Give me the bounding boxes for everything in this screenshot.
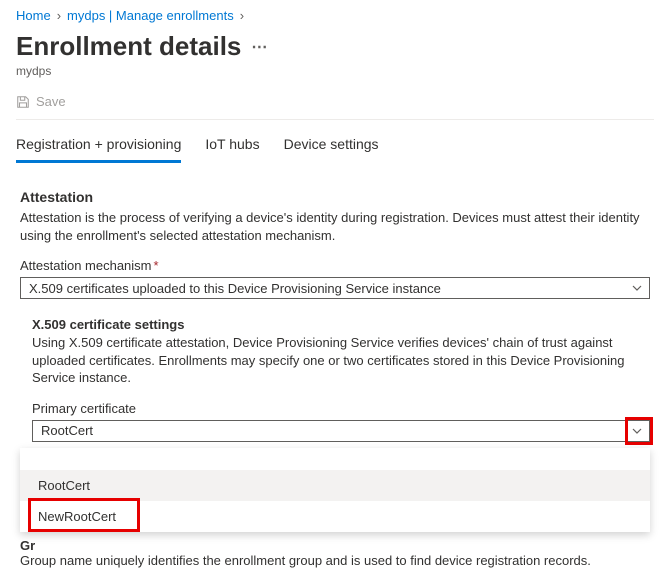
chevron-down-icon (631, 425, 643, 437)
attestation-heading: Attestation (20, 189, 650, 205)
group-label-fragment: Gr (20, 538, 35, 553)
breadcrumb: Home › mydps | Manage enrollments › (16, 8, 654, 27)
chevron-right-icon: › (240, 8, 244, 23)
primary-certificate-select[interactable]: RootCert (32, 420, 650, 442)
page-subtitle: mydps (16, 64, 654, 78)
tab-iot-hubs[interactable]: IoT hubs (205, 130, 259, 163)
option-rootcert[interactable]: RootCert (20, 470, 650, 501)
breadcrumb-home[interactable]: Home (16, 8, 51, 23)
tabs: Registration + provisioning IoT hubs Dev… (16, 120, 654, 163)
tab-registration-provisioning[interactable]: Registration + provisioning (16, 130, 181, 163)
group-section: Gr Group name uniquely identifies the en… (20, 538, 650, 568)
attestation-mechanism-select[interactable]: X.509 certificates uploaded to this Devi… (20, 277, 650, 299)
breadcrumb-mydps[interactable]: mydps | Manage enrollments (67, 8, 234, 23)
save-button[interactable]: Save (36, 94, 66, 109)
attestation-mechanism-value: X.509 certificates uploaded to this Devi… (29, 281, 441, 296)
tab-device-settings[interactable]: Device settings (284, 130, 379, 163)
page-title-text: Enrollment details (16, 31, 241, 62)
primary-certificate-value: RootCert (41, 423, 93, 438)
page-title: Enrollment details ⋯ (16, 31, 654, 62)
primary-certificate-dropdown: RootCert NewRootCert (20, 448, 650, 532)
primary-certificate-label: Primary certificate (32, 401, 650, 416)
attestation-description: Attestation is the process of verifying … (20, 209, 650, 244)
save-icon (16, 95, 30, 109)
more-icon[interactable]: ⋯ (251, 37, 268, 57)
group-description: Group name uniquely identifies the enrol… (20, 553, 591, 568)
x509-heading: X.509 certificate settings (32, 317, 650, 332)
chevron-down-icon (631, 282, 643, 294)
chevron-right-icon: › (57, 8, 61, 23)
option-newrootcert[interactable]: NewRootCert (20, 501, 650, 532)
x509-description: Using X.509 certificate attestation, Dev… (32, 334, 650, 387)
attestation-mechanism-label: Attestation mechanism* (20, 258, 650, 273)
toolbar: Save (16, 88, 654, 120)
